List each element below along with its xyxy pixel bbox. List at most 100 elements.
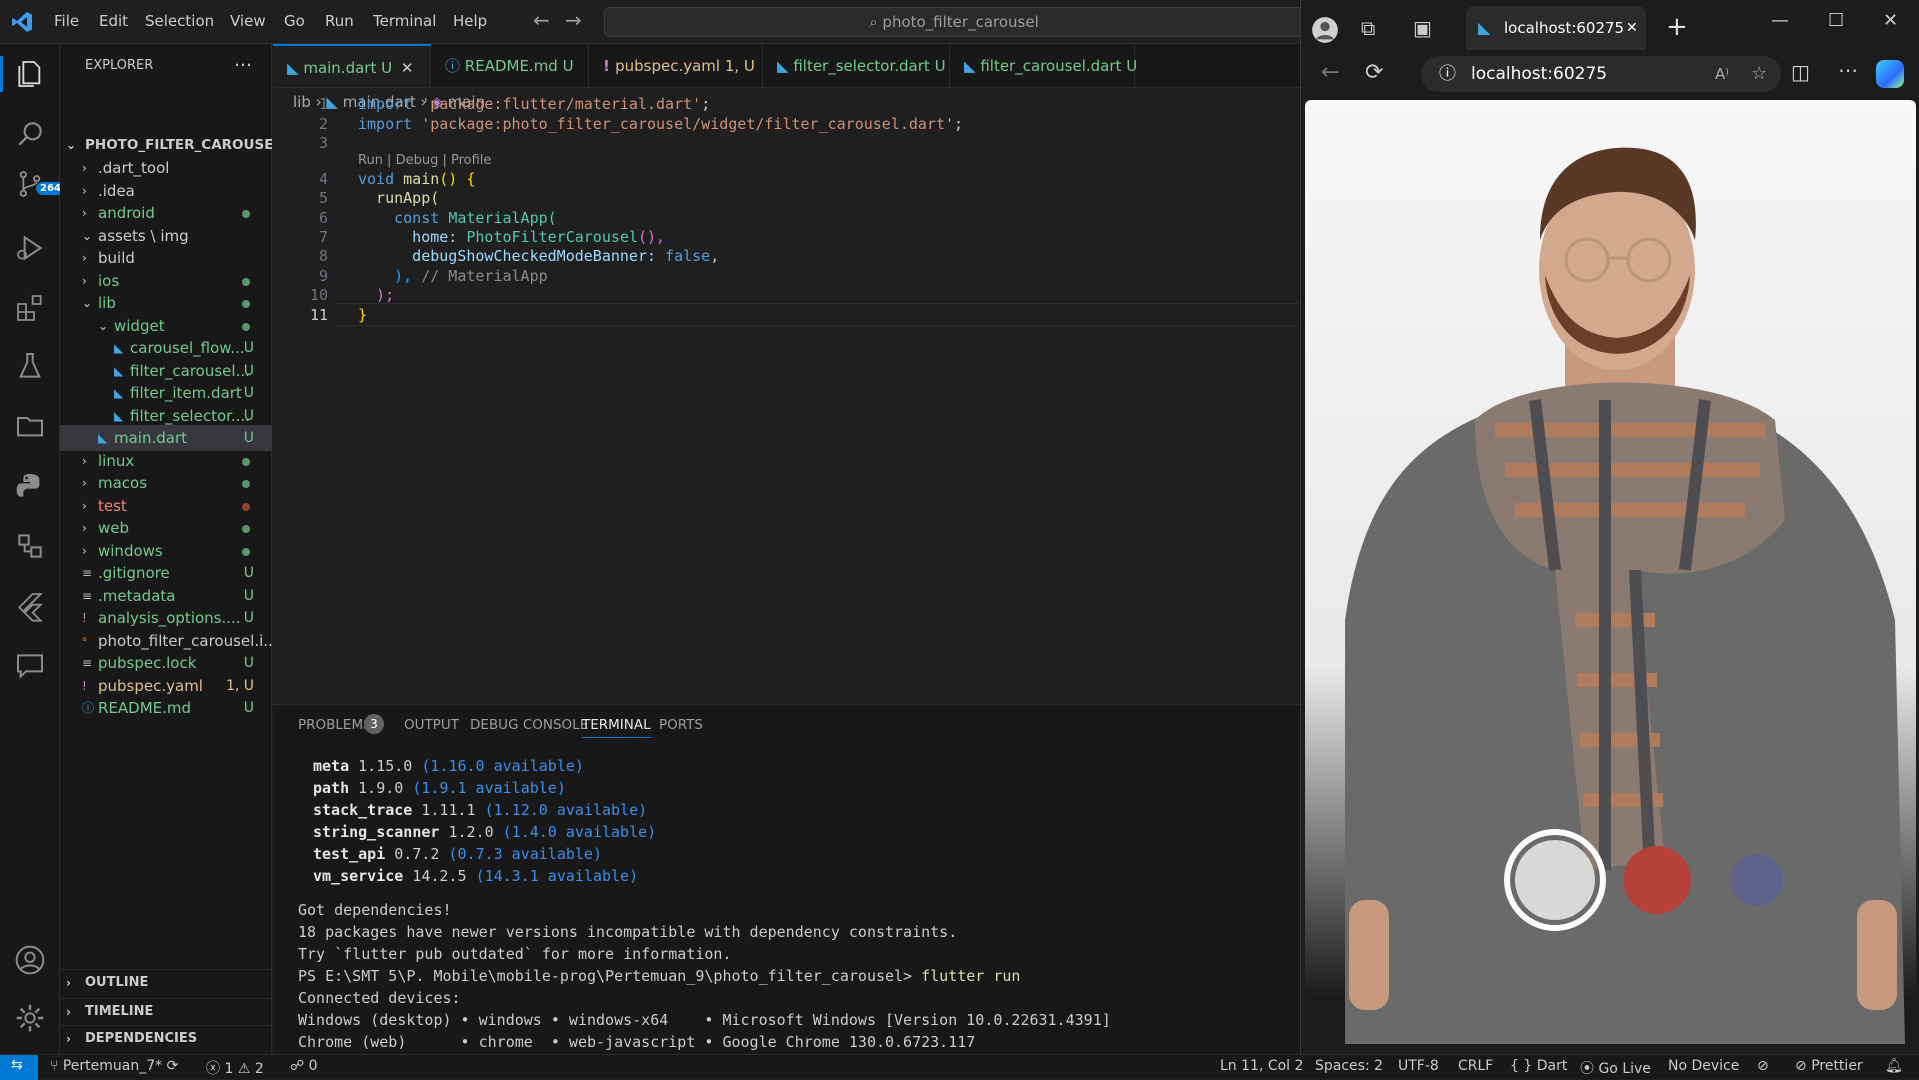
dependencies-section[interactable]: › DEPENDENCIES xyxy=(60,1025,272,1051)
maximize-button[interactable]: ☐ xyxy=(1828,10,1844,31)
editor-tabs: ◣ main.dart U ✕ ⓘ README.md U ! pubspec.… xyxy=(273,44,1300,88)
python-icon[interactable] xyxy=(14,470,46,502)
back-arrow-icon[interactable]: ← xyxy=(533,8,550,32)
tab-status: U xyxy=(1126,57,1138,75)
remote-explorer-icon[interactable] xyxy=(14,410,46,442)
account-icon[interactable] xyxy=(14,944,46,976)
tab-ports[interactable]: PORTS xyxy=(659,717,703,733)
git-status-dot xyxy=(242,547,250,556)
ports-status[interactable]: ☍ 0 xyxy=(290,1058,318,1074)
prettier-status[interactable]: ⊘ Prettier xyxy=(1795,1058,1863,1074)
line-ending[interactable]: CRLF xyxy=(1458,1058,1493,1074)
outline-section[interactable]: › OUTLINE xyxy=(60,970,272,996)
terminal-package-line: meta 1.15.0 (1.16.0 available) xyxy=(313,757,584,775)
problems-status[interactable]: ⓧ 1 ⚠ 2 xyxy=(206,1058,264,1078)
menu-go[interactable]: Go xyxy=(284,12,305,30)
terminal-line: Got dependencies! xyxy=(298,901,452,919)
dart-file-icon: ◣ xyxy=(287,59,299,77)
timeline-section[interactable]: › TIMELINE xyxy=(60,998,272,1024)
copilot-off-icon[interactable]: ⊘ xyxy=(1757,1058,1769,1074)
workspaces-icon[interactable]: ⧉ xyxy=(1361,16,1375,40)
warning-icon: ⚠ xyxy=(237,1061,251,1077)
tab-readme[interactable]: ⓘ README.md U xyxy=(431,44,589,87)
command-center[interactable]: ⌕ photo_filter_carousel xyxy=(604,7,1304,37)
filter-option-neutral[interactable] xyxy=(1515,840,1595,920)
close-tab-icon[interactable]: ✕ xyxy=(1626,6,1638,50)
git-branch[interactable]: ⑂ Pertemuan_7* ⟳ xyxy=(50,1058,178,1074)
tree-item[interactable]: ⓘ README.md U xyxy=(60,695,272,721)
tab-filter-selector[interactable]: ◣ filter_selector.dart U xyxy=(763,44,950,87)
line-number: 10 xyxy=(309,286,328,304)
error-icon: ⓧ xyxy=(206,1061,220,1077)
device-selector[interactable]: No Device xyxy=(1668,1058,1739,1074)
source-control-item[interactable]: 264 xyxy=(14,168,65,200)
refresh-icon[interactable]: ⟳ xyxy=(1365,60,1383,85)
outline-label: OUTLINE xyxy=(85,975,149,990)
flutter-icon[interactable] xyxy=(14,590,46,622)
testing-flask-icon[interactable] xyxy=(14,350,46,382)
url-text: localhost:60275 xyxy=(1471,64,1608,84)
codelens-run-debug[interactable]: Run | Debug | Profile xyxy=(358,153,491,168)
indentation[interactable]: Spaces: 2 xyxy=(1315,1058,1383,1074)
tab-output[interactable]: OUTPUT xyxy=(404,717,459,733)
menu-terminal[interactable]: Terminal xyxy=(373,12,436,30)
close-window-button[interactable]: ✕ xyxy=(1883,10,1898,31)
status-bar: ⇆ ⑂ Pertemuan_7* ⟳ ⓧ 1 ⚠ 2 ☍ 0 Ln 11, Co… xyxy=(0,1054,1919,1080)
remote-indicator[interactable]: ⇆ xyxy=(0,1055,38,1080)
menu-edit[interactable]: Edit xyxy=(99,12,128,30)
back-arrow-icon[interactable]: ← xyxy=(1321,60,1339,85)
comments-icon[interactable] xyxy=(14,650,46,682)
menu-view[interactable]: View xyxy=(230,12,266,30)
menu-run[interactable]: Run xyxy=(325,12,354,30)
tab-pubspec[interactable]: ! pubspec.yaml 1, U xyxy=(589,44,763,87)
chevron-right-icon: › xyxy=(66,976,71,990)
explorer-more-button[interactable]: … xyxy=(234,50,252,71)
code-line-7: home: PhotoFilterCarousel(), xyxy=(358,228,666,246)
tab-terminal[interactable]: TERMINAL xyxy=(582,717,651,738)
favorite-star-icon[interactable]: ☆ xyxy=(1751,56,1767,92)
minimize-button[interactable]: — xyxy=(1771,10,1789,31)
menu-file[interactable]: File xyxy=(54,12,79,30)
encoding[interactable]: UTF-8 xyxy=(1398,1058,1439,1074)
close-icon[interactable]: ✕ xyxy=(401,59,414,77)
tab-debug-console[interactable]: DEBUG CONSOLE xyxy=(470,717,588,733)
line-number: 3 xyxy=(318,134,328,152)
split-screen-icon[interactable]: ◫ xyxy=(1791,60,1810,84)
search-icon[interactable] xyxy=(14,118,46,150)
tab-status: U xyxy=(562,57,574,75)
go-live-button[interactable]: ⦿ Go Live xyxy=(1580,1058,1651,1078)
address-bar[interactable]: ⓘ localhost:60275 A⁾ ☆ xyxy=(1421,56,1781,92)
git-status-dot xyxy=(242,277,250,286)
tab-problems[interactable]: PROBLEMS xyxy=(298,717,372,733)
copilot-icon[interactable] xyxy=(1876,60,1904,88)
line-number: 6 xyxy=(318,209,328,227)
run-debug-icon[interactable] xyxy=(14,232,46,264)
new-tab-button[interactable]: + xyxy=(1666,12,1688,42)
code-editor[interactable]: lib › ◣ main.dart › ◈ main 1 2 3 4 5 6 7… xyxy=(273,88,1300,703)
forward-arrow-icon[interactable]: → xyxy=(565,8,582,32)
profile-avatar-icon[interactable] xyxy=(1311,16,1339,44)
project-manager-icon[interactable] xyxy=(14,530,46,562)
filter-option-red[interactable] xyxy=(1623,846,1691,914)
read-aloud-icon[interactable]: A⁾ xyxy=(1715,56,1729,92)
menu-help[interactable]: Help xyxy=(453,12,487,30)
tab-main-dart[interactable]: ◣ main.dart U ✕ xyxy=(273,44,431,87)
language-mode[interactable]: { } Dart xyxy=(1510,1058,1567,1074)
notifications-bell-icon[interactable]: 🔔︎ xyxy=(1885,1058,1903,1074)
browser-tab-title: localhost:60275 xyxy=(1504,19,1625,37)
line-number: 8 xyxy=(318,247,328,265)
menu-selection[interactable]: Selection xyxy=(145,12,214,30)
filter-option-blue[interactable] xyxy=(1731,854,1783,906)
settings-gear-icon[interactable] xyxy=(14,1002,46,1034)
cursor-position[interactable]: Ln 11, Col 2 xyxy=(1220,1058,1303,1074)
extensions-icon[interactable] xyxy=(14,292,46,324)
code-line-8: debugShowCheckedModeBanner: false, xyxy=(358,247,720,265)
site-info-icon[interactable]: ⓘ xyxy=(1439,56,1456,92)
more-menu-icon[interactable]: ⋯ xyxy=(1838,58,1858,82)
explorer-files-icon[interactable] xyxy=(14,58,46,90)
tab-label: filter_carousel.dart xyxy=(980,57,1122,75)
vscode-logo-icon xyxy=(12,12,32,32)
tab-actions-icon[interactable]: ▣ xyxy=(1413,16,1432,40)
browser-tab[interactable]: ◣ localhost:60275 ✕ xyxy=(1466,6,1646,50)
tab-filter-carousel[interactable]: ◣ filter_carousel.dart U xyxy=(950,44,1138,87)
